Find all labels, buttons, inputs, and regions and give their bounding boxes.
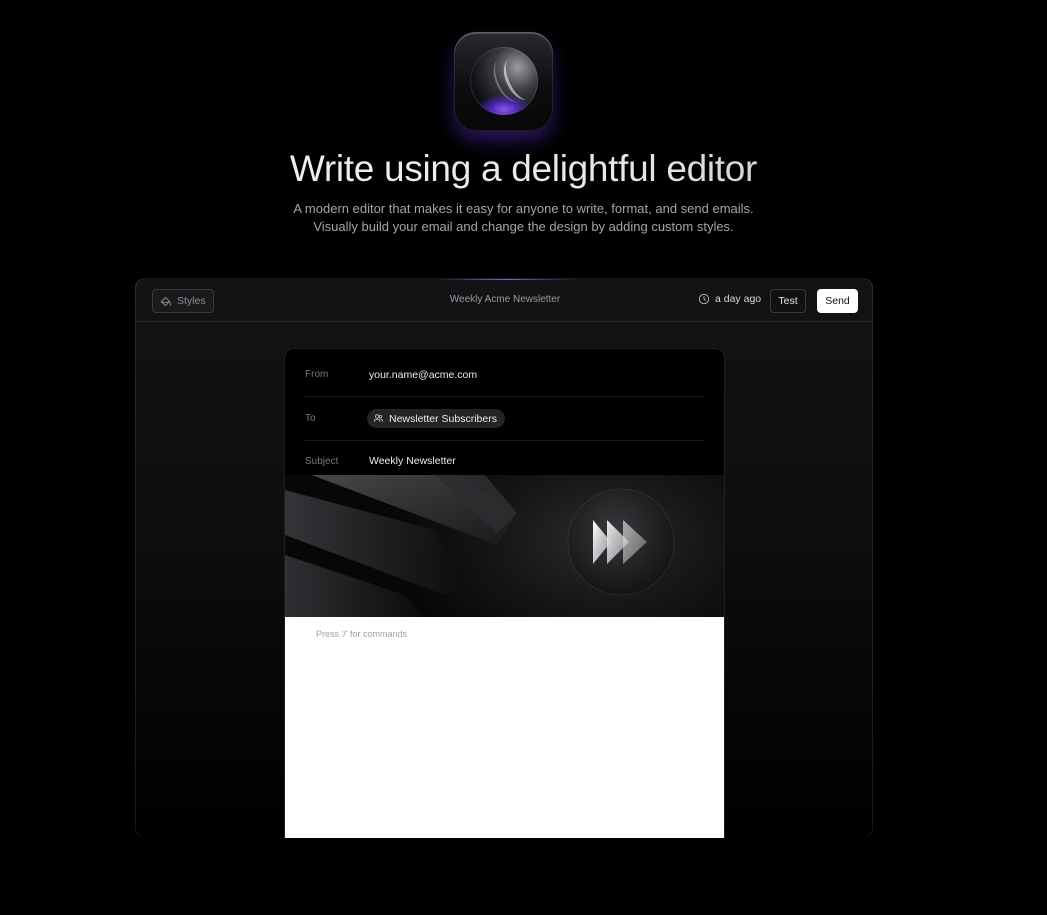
clock-icon: [698, 293, 710, 305]
last-saved: a day ago: [698, 293, 761, 305]
banner-graphic: [285, 475, 675, 617]
from-row: From your.name@acme.com: [305, 353, 704, 397]
glass-orb-icon: [454, 32, 553, 131]
to-label: To: [305, 413, 316, 424]
editor-toolbar: Styles Weekly Acme Newsletter a day ago …: [136, 279, 872, 322]
recipient-label: Newsletter Subscribers: [389, 412, 497, 425]
orb: [470, 47, 538, 115]
subline-2: Visually build your email and change the…: [313, 219, 734, 234]
subject-label: Subject: [305, 455, 339, 467]
from-label: From: [305, 369, 329, 380]
last-saved-text: a day ago: [715, 293, 762, 305]
document-title: Weekly Acme Newsletter: [449, 294, 561, 305]
email-banner-image: [285, 475, 724, 617]
email-body-editor[interactable]: Press '/' for commands: [285, 617, 724, 838]
subject-field[interactable]: Weekly Newsletter: [369, 455, 456, 467]
editor-window: Styles Weekly Acme Newsletter a day ago …: [135, 278, 873, 838]
recipient-chip[interactable]: Newsletter Subscribers: [367, 409, 505, 428]
subline-1: A modern editor that makes it easy for a…: [293, 201, 754, 216]
page: Write using a delightful editor A modern…: [0, 0, 1047, 915]
test-button[interactable]: Test: [770, 289, 806, 313]
page-headline: Write using a delightful editor: [0, 148, 1047, 190]
to-row: To Newsletter Subscribers: [305, 397, 704, 441]
body-placeholder: Press '/' for commands: [316, 629, 407, 639]
from-field[interactable]: your.name@acme.com: [369, 369, 477, 381]
email-card: From your.name@acme.com To Newsletter Su…: [284, 348, 725, 838]
users-icon: [373, 414, 384, 422]
send-button[interactable]: Send: [817, 289, 858, 313]
